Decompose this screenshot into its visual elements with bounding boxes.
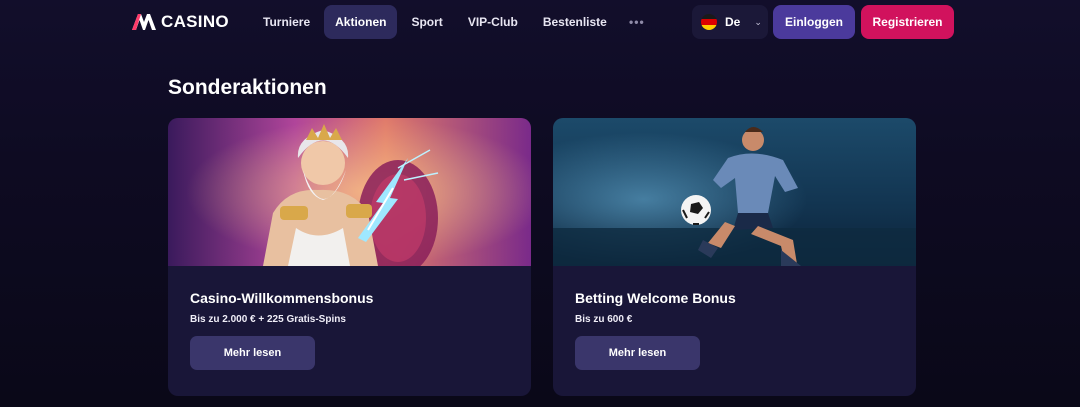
language-selector[interactable]: De ⌄ [692,5,768,39]
promo-subtitle: Bis zu 2.000 € + 225 Gratis-Spins [190,314,346,325]
register-button[interactable]: Registrieren [861,5,954,39]
login-button[interactable]: Einloggen [773,5,855,39]
nav-item-aktionen[interactable]: Aktionen [324,5,398,39]
read-more-button[interactable]: Mehr lesen [575,336,700,370]
top-header: CASINO Turniere Aktionen Sport VIP-Club … [0,0,1080,44]
chevron-down-icon: ⌄ [754,16,762,27]
promo-subtitle: Bis zu 600 € [575,314,633,325]
promo-card-betting: Betting Welcome Bonus Bis zu 600 € Mehr … [553,118,916,396]
nav-item-turniere[interactable]: Turniere [252,5,321,39]
zeus-promo-image [168,118,531,266]
brand-logo[interactable]: CASINO [131,11,229,33]
promo-title: Casino-Willkommensbonus [190,290,374,306]
promo-title: Betting Welcome Bonus [575,290,736,306]
soccer-promo-image [553,118,916,266]
main-nav: Turniere Aktionen Sport VIP-Club Bestenl… [252,5,656,39]
germany-flag-icon [701,14,717,30]
promo-card-casino: Casino-Willkommensbonus Bis zu 2.000 € +… [168,118,531,396]
logo-mark-icon [132,14,156,30]
read-more-button[interactable]: Mehr lesen [190,336,315,370]
nav-item-vip-club[interactable]: VIP-Club [457,5,529,39]
logo-text: CASINO [161,12,229,31]
nav-item-bestenliste[interactable]: Bestenliste [532,5,618,39]
page-title: Sonderaktionen [168,76,327,99]
more-menu-icon[interactable]: ••• [621,5,653,39]
language-label: De [725,15,741,29]
nav-item-sport[interactable]: Sport [400,5,453,39]
